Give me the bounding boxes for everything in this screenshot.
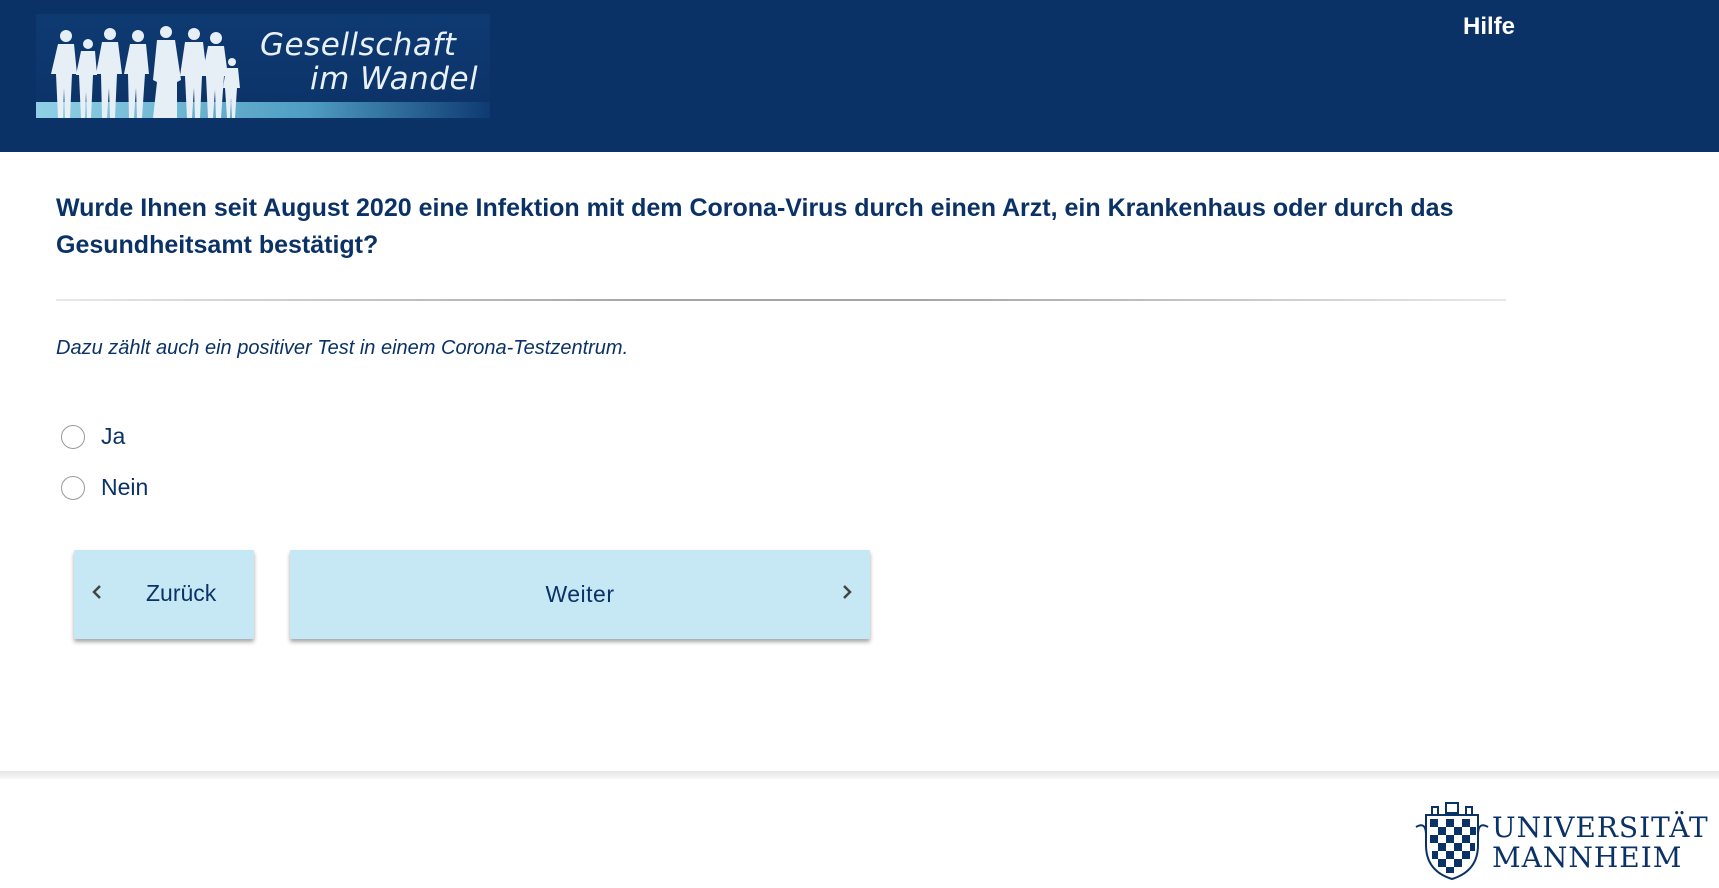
survey-logo: Gesellschaft im Wandel — [36, 14, 490, 130]
footer-divider — [0, 771, 1719, 779]
radio-ja[interactable] — [61, 424, 85, 449]
option-nein-label[interactable]: Nein — [101, 474, 148, 501]
logo-text-line1: Gesellschaft — [260, 27, 457, 63]
next-button-label: Weiter — [545, 581, 615, 607]
logo-text: Gesellschaft im Wandel — [252, 28, 482, 96]
university-logo: UNIVERSITÄT MANNHEIM — [1412, 797, 1712, 883]
question-hint: Dazu zählt auch ein positiver Test in ei… — [56, 337, 629, 359]
logo-text-line2: im Wandel — [310, 61, 479, 97]
next-button[interactable]: Weiter — [290, 550, 870, 639]
university-name-line1: UNIVERSITÄT — [1492, 811, 1709, 844]
chevron-right-icon — [843, 585, 852, 599]
university-name: UNIVERSITÄT MANNHEIM — [1492, 813, 1709, 873]
help-link[interactable]: Hilfe — [1463, 13, 1515, 41]
chevron-left-icon — [92, 585, 101, 599]
radio-nein[interactable] — [61, 475, 85, 500]
option-ja-label[interactable]: Ja — [101, 423, 125, 450]
page-header: Gesellschaft im Wandel Hilfe — [0, 0, 1719, 152]
option-nein[interactable]: Nein — [61, 474, 148, 501]
back-button[interactable]: Zurück — [74, 550, 254, 639]
university-crest-icon — [1415, 802, 1489, 881]
question-text: Wurde Ihnen seit August 2020 eine Infekt… — [56, 194, 1454, 259]
option-ja[interactable]: Ja — [61, 423, 125, 450]
divider — [56, 299, 1506, 301]
university-name-line2: MANNHEIM — [1492, 841, 1683, 874]
back-button-label: Zurück — [146, 580, 217, 606]
